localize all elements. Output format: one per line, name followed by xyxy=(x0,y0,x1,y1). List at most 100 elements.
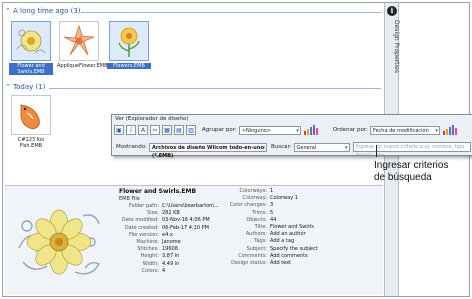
property-value[interactable]: e4.x xyxy=(159,232,173,239)
property-value[interactable]: 4 xyxy=(159,268,165,275)
group-by-select[interactable]: <Ninguno> ▾ xyxy=(238,125,301,135)
toolbar-row-view: ▣ i A ✂ ▦ ▤ ▥ Agrupar por: <Ninguno> ▾ O… xyxy=(114,124,458,136)
property-value[interactable]: Add an author xyxy=(267,231,306,238)
search-input[interactable]: Ingrese un nuevo criterio p.ej. nombre, … xyxy=(352,142,471,159)
file-type-select[interactable]: Archivos de diseño Wilcom todo-en-uno (*… xyxy=(148,142,267,159)
property-key: Comments: xyxy=(238,252,267,259)
property-row: Title: Flower and Swirls xyxy=(221,224,318,231)
property-value[interactable]: 44 xyxy=(267,217,276,224)
property-key: Date modified: xyxy=(121,217,159,224)
chevron-up-icon: ⌃ xyxy=(5,7,11,15)
property-value[interactable]: 06-Feb-17 4:10 PM xyxy=(159,225,209,232)
property-row: Width: 4.49 in xyxy=(117,261,219,268)
property-value[interactable]: 19608 xyxy=(159,246,178,253)
property-value[interactable]: 4.49 in xyxy=(159,261,179,268)
property-row: Machine: Janome xyxy=(117,239,219,246)
sort-bar xyxy=(312,125,315,135)
property-value[interactable]: 3 xyxy=(267,202,273,209)
property-key: Tags: xyxy=(254,238,267,245)
property-value[interactable]: Add text xyxy=(267,260,291,267)
design-filename: Flowers.EMB xyxy=(107,63,151,69)
side-panel-label: Design Properties xyxy=(393,20,400,73)
info-icon[interactable]: i xyxy=(126,125,136,135)
property-key: Height: xyxy=(140,253,159,260)
property-row: Stitches: 19608 xyxy=(117,246,219,253)
property-row: Height: 3.87 in xyxy=(117,253,219,260)
property-row: Comments: Add comments xyxy=(221,253,318,260)
sort-bar xyxy=(448,127,451,135)
sort-bar xyxy=(451,125,454,135)
callout-pointer xyxy=(376,145,377,157)
explorer-view-toolbar: Ver (Explorador de diseño) ▣ i A ✂ ▦ ▤ ▥… xyxy=(111,114,472,159)
property-row: Date modified: 03-Nov-16 4:06 PM xyxy=(117,217,219,224)
view-toggle-icon[interactable]: ▣ xyxy=(114,125,124,135)
search-scope-select[interactable]: General ▾ xyxy=(293,142,350,152)
design-filename: C#123 Koi Fish.EMB xyxy=(17,137,45,149)
medium-icons-icon[interactable]: ▤ xyxy=(174,125,184,135)
show-label: Mostrando: xyxy=(116,144,147,150)
group-header-today[interactable]: ⌃ Today (1) xyxy=(5,83,45,91)
large-icons-icon[interactable]: ▦ xyxy=(162,125,172,135)
design-thumb-flowers[interactable]: Flowers.EMB xyxy=(107,21,151,69)
group-by-value: <Ninguno> xyxy=(241,127,271,134)
group-header-long-ago[interactable]: ⌃ A long time ago (3) xyxy=(5,7,81,15)
search-label: Buscar: xyxy=(270,144,292,150)
property-row: Design status: Add text xyxy=(221,260,318,267)
property-value[interactable]: C:\Users\bearbarton\... xyxy=(159,203,219,210)
property-value[interactable]: Add comments xyxy=(267,253,308,260)
group-title: A long time ago (3) xyxy=(13,7,81,15)
property-value[interactable]: 1 xyxy=(267,188,273,195)
design-thumb-applique-flower[interactable]: AppliqueFlower.EMB xyxy=(57,21,108,69)
property-row: File version: e4.x xyxy=(117,232,219,239)
chevron-down-icon: ▾ xyxy=(345,144,348,151)
property-value[interactable]: 03-Nov-16 4:06 PM xyxy=(159,217,210,224)
tools-icon[interactable]: ✂ xyxy=(150,125,160,135)
property-value[interactable]: Add a tag xyxy=(267,238,294,245)
property-key: Trims: xyxy=(252,209,267,216)
property-row: Folder path: C:\Users\bearbarton\... xyxy=(117,203,219,210)
sort-bar xyxy=(303,131,306,135)
property-value[interactable]: 5 xyxy=(267,210,273,217)
property-value[interactable]: Specify the subject xyxy=(267,246,318,253)
small-icons-icon[interactable]: ▥ xyxy=(186,125,196,135)
design-filename: AppliqueFlower.EMB xyxy=(57,63,108,69)
property-value[interactable]: 3.87 in xyxy=(159,253,179,260)
search-placeholder: Ingrese un nuevo criterio p.ej. nombre, … xyxy=(355,144,465,159)
design-details-panel: Flower and Swirls.EMB EMB File Folder pa… xyxy=(5,185,383,295)
property-value[interactable]: Janome xyxy=(159,239,181,246)
design-thumb-koi-fish[interactable]: C#123 Koi Fish.EMB xyxy=(9,95,53,149)
toolbar-title: Ver (Explorador de diseño) xyxy=(115,116,189,122)
design-thumb-flower-swirls[interactable]: Flower and Swirls.EMB xyxy=(9,21,53,75)
sort-bar xyxy=(445,129,448,135)
sort-by-select[interactable]: Fecha de modificación ▾ xyxy=(369,125,440,135)
property-row: Objects: 44 xyxy=(221,217,318,224)
sort-order-bars-icon[interactable] xyxy=(303,125,319,135)
chevron-up-icon: ⌃ xyxy=(5,83,11,91)
property-key: Width: xyxy=(142,260,159,267)
property-key: Design status: xyxy=(231,260,267,267)
group-divider xyxy=(49,88,381,89)
property-key: File version: xyxy=(129,231,159,238)
color-icon[interactable]: A xyxy=(138,125,148,135)
sort-direction-bars-icon[interactable] xyxy=(442,125,458,135)
group-divider xyxy=(81,12,381,13)
design-explorer-window: i Design Properties ⌃ A long time ago (3)… xyxy=(2,2,472,297)
details-file-type: EMB File xyxy=(119,196,140,202)
property-key: Objects: xyxy=(246,216,267,223)
property-key: Colors: xyxy=(141,267,159,274)
toolbar-row-filter: Mostrando: Archivos de diseño Wilcom tod… xyxy=(114,141,471,159)
sort-bar xyxy=(454,128,457,135)
group-title: Today (1) xyxy=(13,83,46,91)
callout-line-1: Ingresar criterios xyxy=(374,160,449,171)
design-thumbnail-image xyxy=(11,95,51,135)
info-icon: i xyxy=(387,6,397,16)
details-properties-right: Colorways: 1 Colorway: Colorway 1 Color chan… xyxy=(221,188,318,267)
property-row: Colorway: Colorway 1 xyxy=(221,195,318,202)
sort-bar xyxy=(306,129,309,135)
property-row: Trims: 5 xyxy=(221,210,318,217)
details-properties-left: Folder path: C:\Users\bearbarton\... Size:… xyxy=(117,203,219,275)
property-value[interactable]: Flower and Swirls xyxy=(267,224,314,231)
property-value[interactable]: Colorway 1 xyxy=(267,195,298,202)
property-value[interactable]: 282 KB xyxy=(159,210,180,217)
callout-annotation: Ingresar criterios de búsqueda xyxy=(374,160,448,184)
